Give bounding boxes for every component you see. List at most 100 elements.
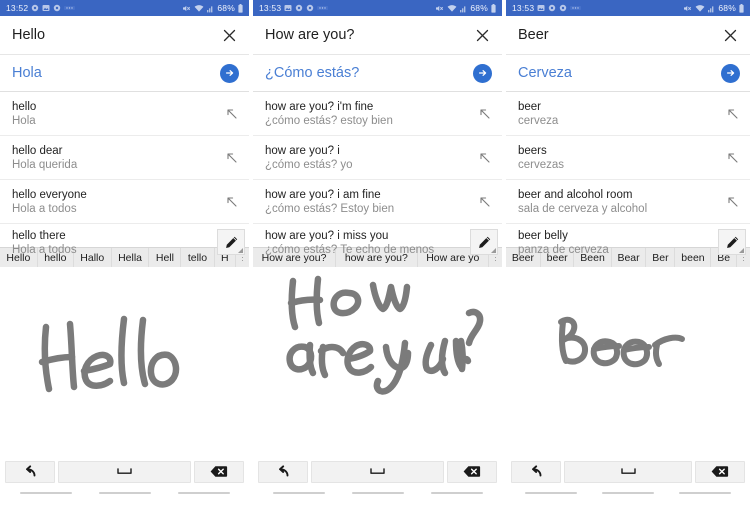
- list-item[interactable]: hello Hola: [0, 92, 249, 136]
- handwriting-toggle-button[interactable]: [217, 229, 245, 255]
- close-icon[interactable]: [721, 26, 739, 44]
- backspace-button[interactable]: [194, 460, 244, 483]
- undo-button[interactable]: [511, 460, 561, 483]
- close-icon[interactable]: [473, 26, 491, 44]
- handwriting-toggle-button[interactable]: [718, 229, 746, 255]
- translation-row[interactable]: Hola: [0, 55, 249, 92]
- status-bar: 13:52 68%: [0, 0, 249, 16]
- status-bar-right-icons: 68%: [435, 3, 496, 13]
- suggestion-source: beer: [518, 100, 542, 113]
- more-icon: [64, 4, 76, 12]
- nav-pill[interactable]: [679, 492, 732, 494]
- translation-row[interactable]: ¿Cómo estás?: [253, 55, 502, 92]
- translation-text: Hola: [12, 65, 42, 81]
- handwriting-canvas[interactable]: [253, 267, 502, 453]
- insert-arrow-icon[interactable]: [476, 106, 492, 122]
- battery-percent: 68%: [470, 3, 488, 13]
- source-text-row[interactable]: Hello: [0, 16, 249, 55]
- list-item[interactable]: beer and alcohol room sala de cerveza y …: [506, 180, 750, 224]
- image-icon: [42, 4, 50, 12]
- undo-button[interactable]: [258, 460, 308, 483]
- suggestion-translation: ¿cómo estás? Te echo de menos: [265, 244, 435, 256]
- battery-icon: [491, 3, 496, 13]
- suggestion-list: beer cerveza beers cervezas beer and alc…: [506, 92, 750, 256]
- mute-icon: [182, 4, 191, 13]
- handwriting-toggle-button[interactable]: [470, 229, 498, 255]
- list-item[interactable]: beer cerveza: [506, 92, 750, 136]
- nav-pill[interactable]: [430, 492, 483, 494]
- backspace-button[interactable]: [695, 460, 745, 483]
- list-item[interactable]: how are you? i am fine ¿cómo estás? Esto…: [253, 180, 502, 224]
- nav-pill[interactable]: [272, 492, 325, 494]
- more-icon: [317, 4, 329, 12]
- insert-arrow-icon[interactable]: [724, 150, 740, 166]
- resize-corner-icon: [739, 248, 744, 253]
- status-bar: 13:53 68%: [253, 0, 502, 16]
- space-button[interactable]: [311, 460, 444, 483]
- battery-icon: [238, 3, 243, 13]
- close-icon[interactable]: [220, 26, 238, 44]
- suggestion-texts: how are you? i'm fine ¿cómo estás? estoy…: [265, 100, 476, 128]
- suggestion-source: hello everyone: [12, 188, 87, 201]
- nav-pill[interactable]: [601, 492, 654, 494]
- status-bar-left-icons: 13:52: [6, 3, 76, 13]
- source-text: Beer: [518, 27, 549, 43]
- insert-arrow-icon[interactable]: [476, 150, 492, 166]
- suggestion-source: how are you? i: [265, 144, 340, 157]
- insert-arrow-icon[interactable]: [223, 194, 239, 210]
- suggestion-translation: sala de cerveza y alcohol: [518, 202, 648, 215]
- list-item[interactable]: how are you? i ¿cómo estás? yo: [253, 136, 502, 180]
- handwriting-canvas[interactable]: [0, 267, 249, 453]
- list-item[interactable]: hello there Hola a todos: [0, 224, 249, 256]
- submit-arrow-icon[interactable]: [220, 63, 239, 83]
- undo-button[interactable]: [5, 460, 55, 483]
- translation-row[interactable]: Cerveza: [506, 55, 750, 92]
- status-clock: 13:53: [259, 3, 282, 13]
- undo-icon: [532, 465, 542, 477]
- three-panel-screenshot-strip: 13:52 68% Hello Hola hello Hola hello de…: [0, 0, 750, 505]
- image-icon: [284, 4, 292, 12]
- nav-pill[interactable]: [177, 492, 230, 494]
- list-item[interactable]: beer belly panza de cerveza: [506, 224, 750, 256]
- battery-percent: 68%: [217, 3, 235, 13]
- suggestion-texts: hello Hola: [12, 100, 223, 128]
- insert-arrow-icon[interactable]: [476, 194, 492, 210]
- source-text-row[interactable]: Beer: [506, 16, 750, 55]
- suggestion-source: hello there: [12, 230, 66, 242]
- phone-panel-1: 13:52 68% Hello Hola hello Hola hello de…: [0, 0, 249, 505]
- space-button[interactable]: [58, 460, 191, 483]
- nav-pill[interactable]: [98, 492, 151, 494]
- suggestion-translation: ¿cómo estás? Estoy bien: [265, 202, 395, 215]
- source-text-row[interactable]: How are you?: [253, 16, 502, 55]
- list-item[interactable]: how are you? i miss you ¿cómo estás? Te …: [253, 224, 502, 256]
- suggestion-list: hello Hola hello dear Hola querida hello…: [0, 92, 249, 256]
- suggestion-source: beer belly: [518, 230, 568, 242]
- submit-arrow-icon[interactable]: [721, 63, 740, 83]
- status-clock: 13:52: [6, 3, 29, 13]
- suggestion-source: hello dear: [12, 144, 63, 157]
- list-item[interactable]: how are you? i'm fine ¿cómo estás? estoy…: [253, 92, 502, 136]
- suggestion-translation: ¿cómo estás? yo: [265, 158, 353, 171]
- nav-pill[interactable]: [19, 492, 72, 494]
- suggestion-texts: hello there Hola a todos: [12, 229, 239, 257]
- space-button[interactable]: [564, 460, 692, 483]
- space-icon: [370, 468, 385, 474]
- signal-icon: [708, 4, 715, 13]
- submit-arrow-icon[interactable]: [473, 63, 492, 83]
- insert-arrow-icon[interactable]: [724, 106, 740, 122]
- nav-pill[interactable]: [351, 492, 404, 494]
- insert-arrow-icon[interactable]: [223, 150, 239, 166]
- insert-arrow-icon[interactable]: [223, 106, 239, 122]
- nav-pill[interactable]: [524, 492, 577, 494]
- list-item[interactable]: hello dear Hola querida: [0, 136, 249, 180]
- backspace-button[interactable]: [447, 460, 497, 483]
- battery-percent: 68%: [718, 3, 736, 13]
- gear-icon: [295, 4, 303, 12]
- list-item[interactable]: beers cervezas: [506, 136, 750, 180]
- insert-arrow-icon[interactable]: [724, 194, 740, 210]
- suggestion-translation: cervezas: [518, 158, 565, 171]
- resize-corner-icon: [491, 248, 496, 253]
- list-item[interactable]: hello everyone Hola a todos: [0, 180, 249, 224]
- handwriting-canvas[interactable]: [506, 267, 750, 453]
- status-bar: 13:53 68%: [506, 0, 750, 16]
